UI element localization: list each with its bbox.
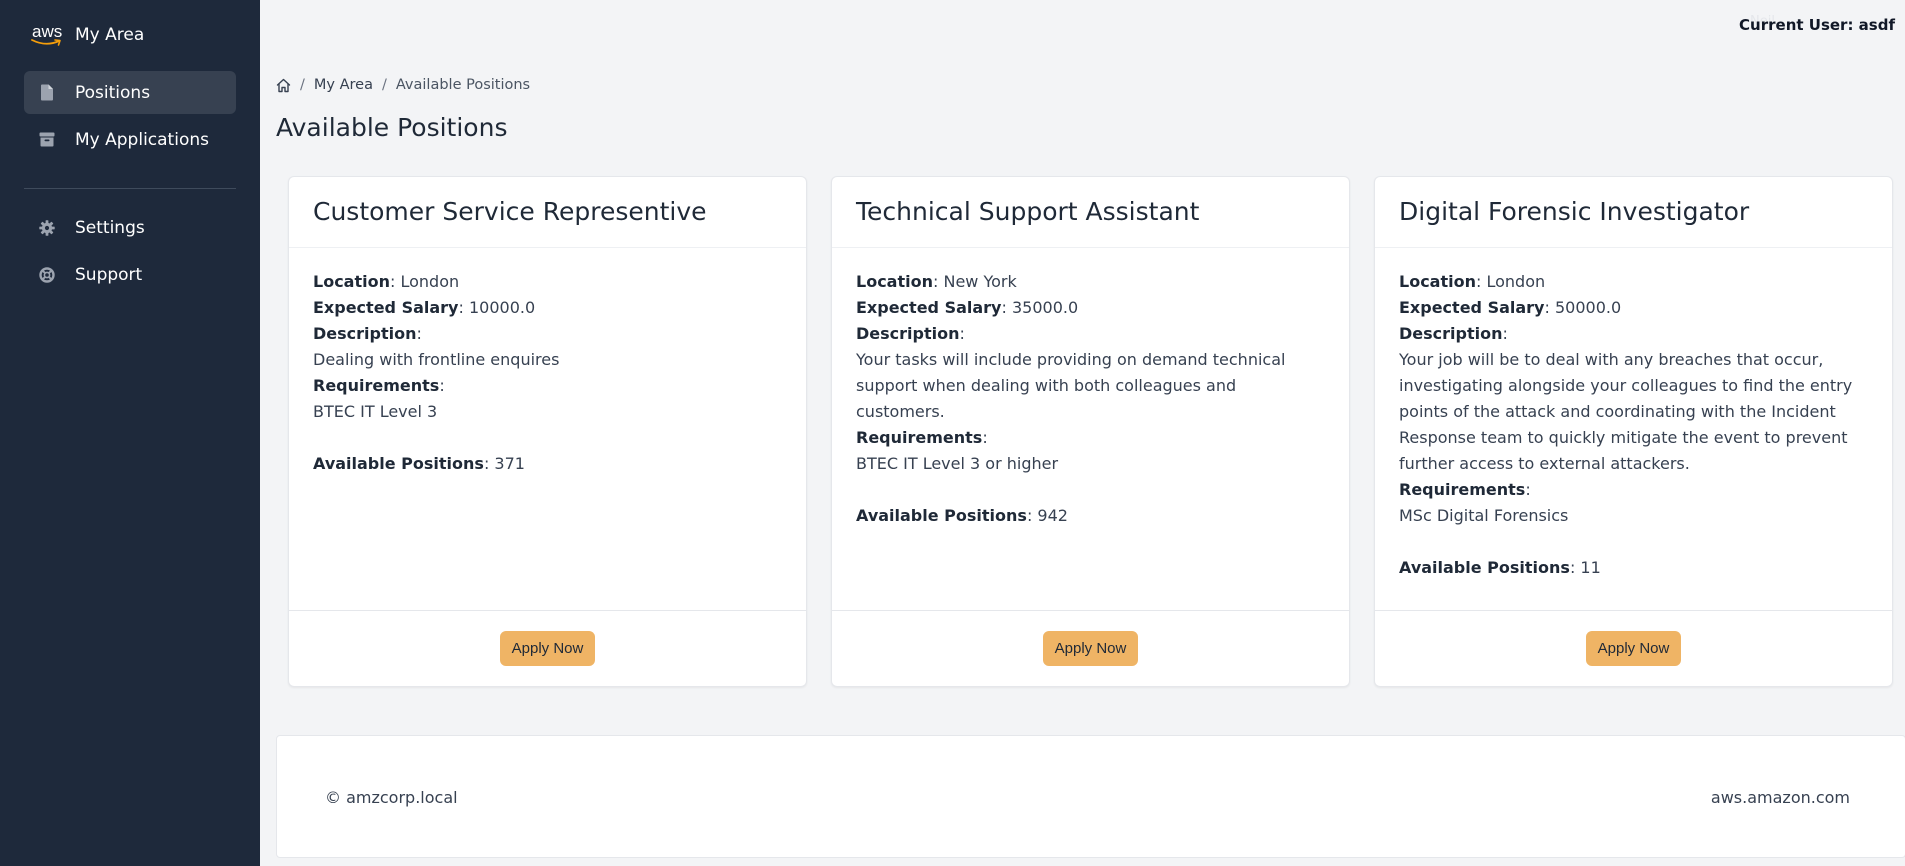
card-header: Customer Service Representive xyxy=(289,177,806,248)
card-body: Location: London Expected Salary: 10000.… xyxy=(289,248,806,477)
gear-icon xyxy=(38,219,56,237)
sidebar-item-support[interactable]: Support xyxy=(24,253,236,296)
positions-grid: Customer Service Representive Location: … xyxy=(288,176,1893,687)
description-text: Your tasks will include providing on dem… xyxy=(856,350,1286,421)
available-positions-row: Available Positions: 942 xyxy=(856,506,1068,525)
description-text: Dealing with frontline enquires xyxy=(313,350,560,369)
card-footer: Apply Now xyxy=(832,610,1349,686)
apply-now-button[interactable]: Apply Now xyxy=(1585,631,1682,666)
breadcrumb-my-area[interactable]: My Area xyxy=(314,77,373,93)
position-card: Technical Support Assistant Location: Ne… xyxy=(831,176,1350,687)
location-row: Location: London xyxy=(313,272,460,291)
aws-logo: aws xyxy=(30,22,64,48)
apply-now-button[interactable]: Apply Now xyxy=(499,631,596,666)
requirements-text: BTEC IT Level 3 or higher xyxy=(856,454,1059,473)
location-value: London xyxy=(1486,272,1546,291)
footer-copyright: © amzcorp.local xyxy=(325,788,458,807)
position-card: Digital Forensic Investigator Location: … xyxy=(1374,176,1893,687)
sidebar-item-settings[interactable]: Settings xyxy=(24,206,236,249)
page-footer: © amzcorp.local aws.amazon.com xyxy=(276,735,1905,858)
position-title: Digital Forensic Investigator xyxy=(1399,197,1750,226)
position-title: Technical Support Assistant xyxy=(856,197,1200,226)
salary-row: Expected Salary: 35000.0 xyxy=(856,298,1079,317)
breadcrumb-current: Available Positions xyxy=(395,77,531,93)
breadcrumb-separator: / xyxy=(300,77,305,93)
card-header: Digital Forensic Investigator xyxy=(1375,177,1892,248)
page-title: Available Positions xyxy=(276,113,508,142)
available-positions-value: 11 xyxy=(1580,558,1601,577)
available-positions-value: 371 xyxy=(494,454,525,473)
archive-icon xyxy=(38,131,56,149)
sidebar-item-label: My Applications xyxy=(75,129,209,150)
sidebar: aws My Area Positions My Applications Se… xyxy=(0,0,260,866)
sidebar-item-positions[interactable]: Positions xyxy=(24,71,236,114)
salary-value: 10000.0 xyxy=(468,298,536,317)
card-body: Location: New York Expected Salary: 3500… xyxy=(832,248,1349,529)
sidebar-item-label: Settings xyxy=(75,217,145,238)
card-header: Technical Support Assistant xyxy=(832,177,1349,248)
salary-value: 50000.0 xyxy=(1554,298,1622,317)
requirements-text: BTEC IT Level 3 xyxy=(313,402,438,421)
sidebar-item-label: Positions xyxy=(75,82,151,103)
sidebar-divider xyxy=(24,188,236,189)
aws-smile-icon xyxy=(31,39,61,46)
lifebuoy-icon xyxy=(38,266,56,284)
sidebar-item-my-applications[interactable]: My Applications xyxy=(24,118,236,161)
location-value: New York xyxy=(943,272,1017,291)
home-icon[interactable] xyxy=(276,78,291,93)
position-title: Customer Service Representive xyxy=(313,197,707,226)
requirements-label: Requirements: xyxy=(856,428,988,447)
location-row: Location: London xyxy=(1399,272,1546,291)
description-label: Description: xyxy=(313,324,422,343)
footer-link[interactable]: aws.amazon.com xyxy=(1711,788,1850,807)
available-positions-value: 942 xyxy=(1037,506,1068,525)
brand-title: My Area xyxy=(75,25,145,45)
requirements-label: Requirements: xyxy=(1399,480,1531,499)
location-value: London xyxy=(400,272,460,291)
card-body: Location: London Expected Salary: 50000.… xyxy=(1375,248,1892,581)
apply-now-button[interactable]: Apply Now xyxy=(1042,631,1139,666)
salary-row: Expected Salary: 10000.0 xyxy=(313,298,536,317)
breadcrumb-separator: / xyxy=(381,77,387,93)
requirements-label: Requirements: xyxy=(313,376,445,395)
document-icon xyxy=(38,84,56,102)
description-label: Description: xyxy=(856,324,965,343)
available-positions-row: Available Positions: 11 xyxy=(1399,558,1601,577)
salary-row: Expected Salary: 50000.0 xyxy=(1399,298,1622,317)
secondary-nav: Settings Support xyxy=(24,206,236,300)
position-card: Customer Service Representive Location: … xyxy=(288,176,807,687)
current-user-label: Current User: asdf xyxy=(1739,16,1895,34)
primary-nav: Positions My Applications xyxy=(24,71,236,165)
card-footer: Apply Now xyxy=(1375,610,1892,686)
location-row: Location: New York xyxy=(856,272,1017,291)
requirements-text: MSc Digital Forensics xyxy=(1399,506,1569,525)
brand[interactable]: aws My Area xyxy=(30,22,144,48)
card-footer: Apply Now xyxy=(289,610,806,686)
description-label: Description: xyxy=(1399,324,1508,343)
description-text: Your job will be to deal with any breach… xyxy=(1399,350,1853,473)
available-positions-row: Available Positions: 371 xyxy=(313,454,525,473)
breadcrumb: / My Area / Available Positions xyxy=(276,77,530,93)
sidebar-item-label: Support xyxy=(75,264,143,285)
topbar: Neil Current User: asdf xyxy=(260,0,1905,50)
salary-value: 35000.0 xyxy=(1011,298,1079,317)
